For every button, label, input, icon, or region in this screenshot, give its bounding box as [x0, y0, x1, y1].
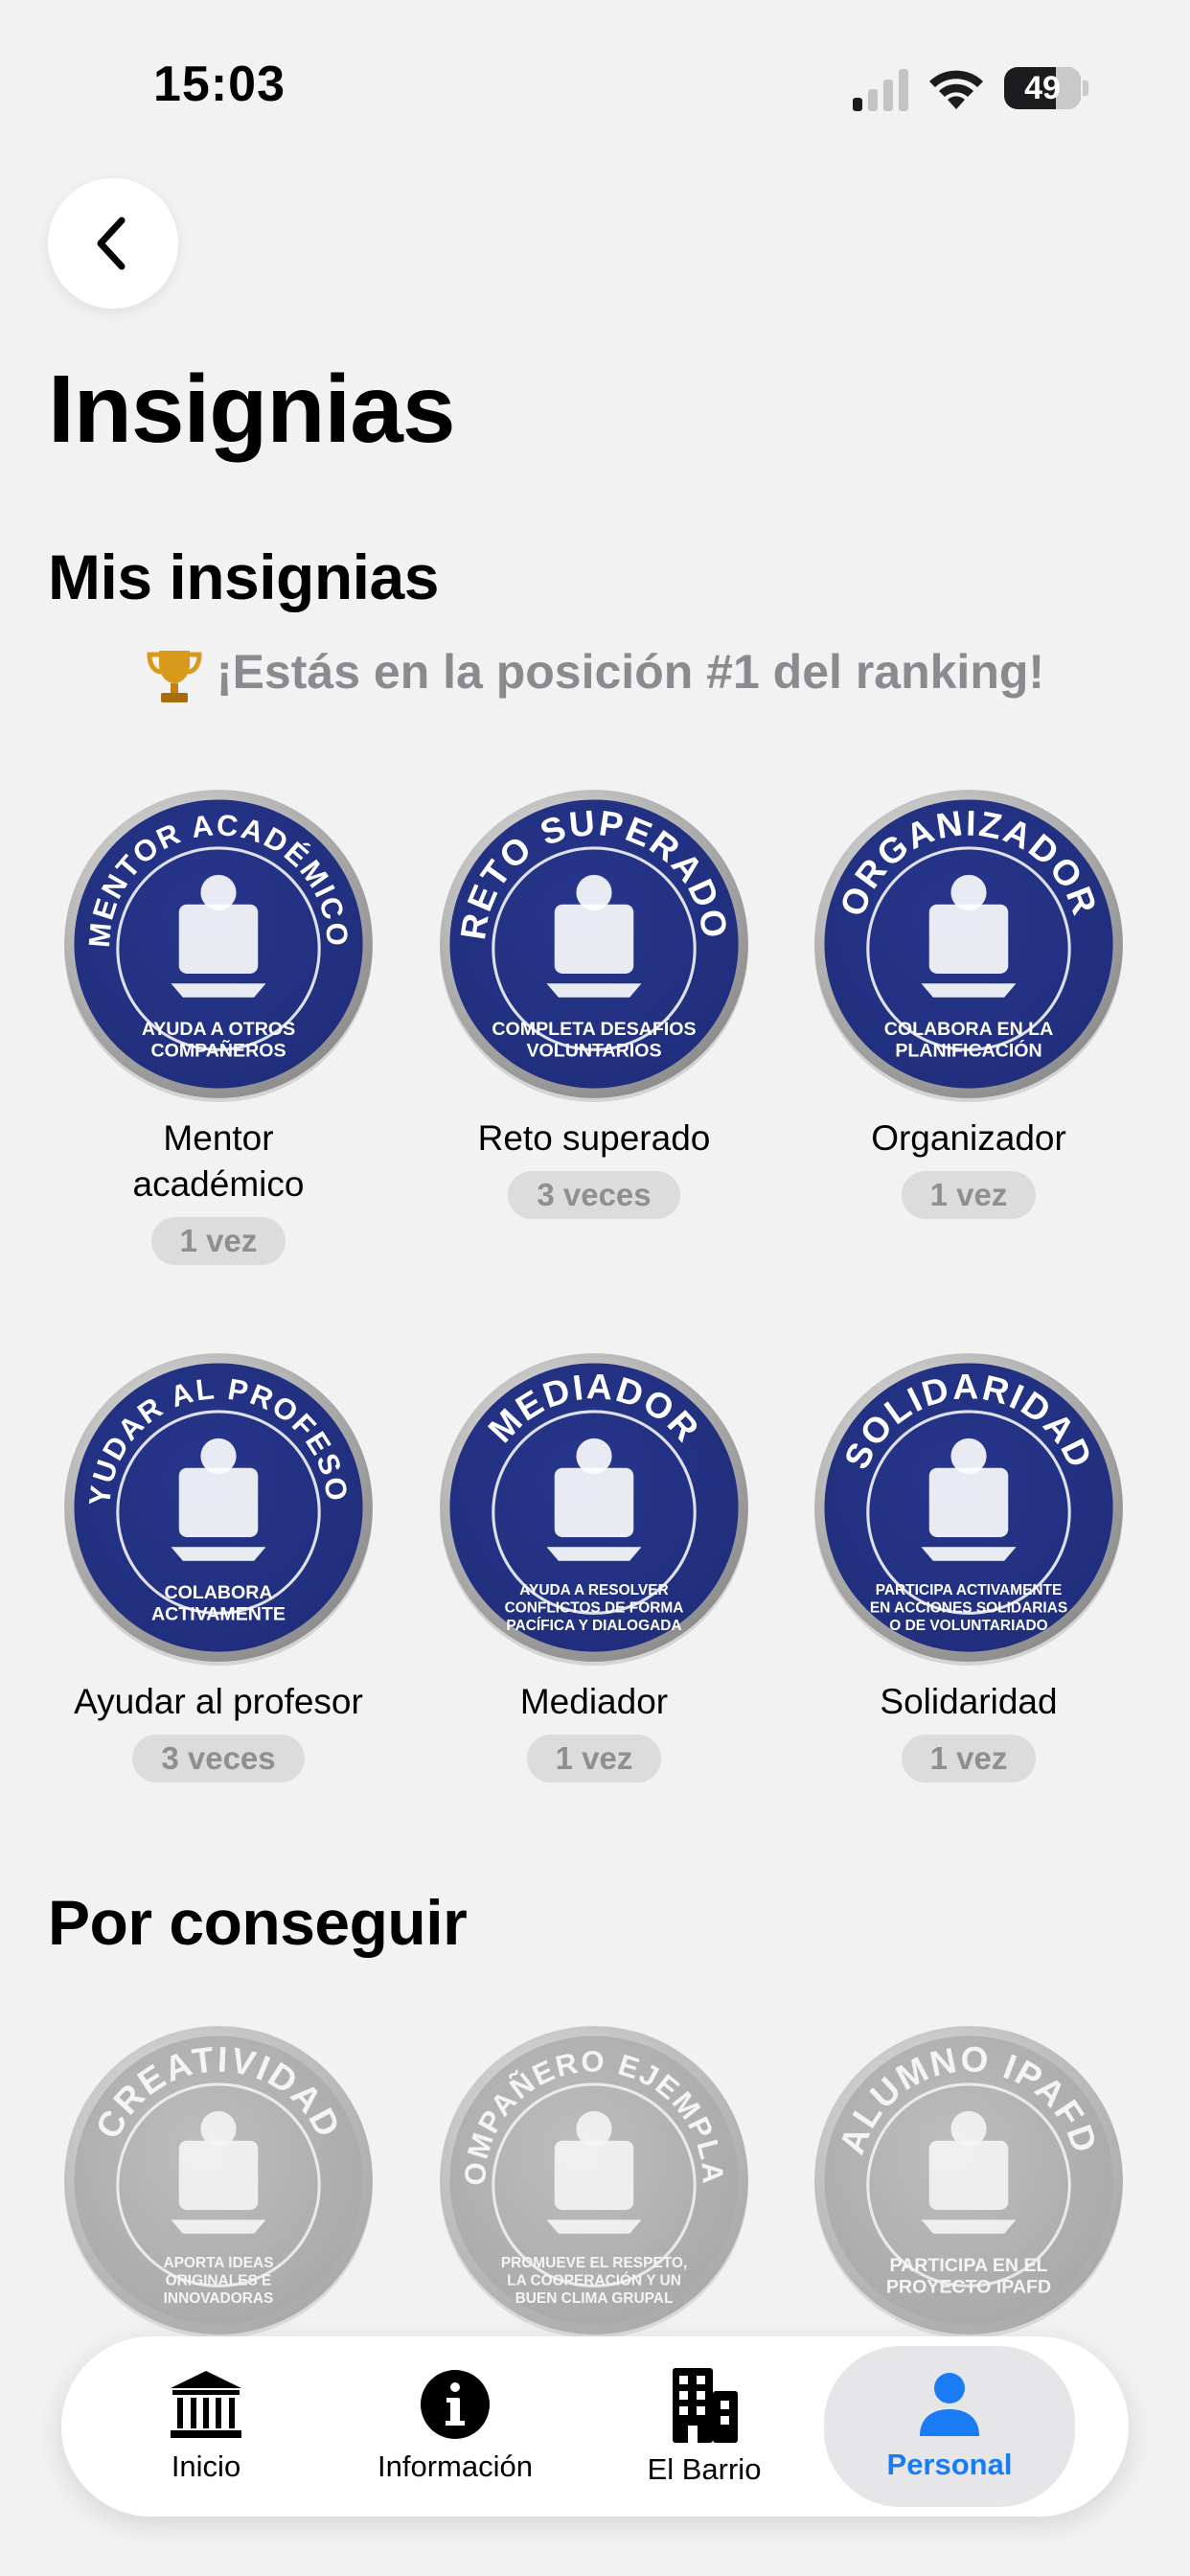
medal-caption-line: PARTICIPA ACTIVAMENTE [876, 1582, 1063, 1598]
medal-caption-line: EN ACCIONES SOLIDARIAS [870, 1599, 1067, 1616]
info-icon [421, 2370, 490, 2439]
medal-caption-line: AYUDA A OTROS [142, 1019, 295, 1040]
tab-bar: Inicio Información El Barrio Personal [61, 2336, 1129, 2517]
badge-medal: MENTOR ACADÉMICO AYUDA A OTROSCOMPAÑEROS [64, 790, 373, 1102]
medal-caption-line: ACTIVAMENTE [151, 1604, 286, 1625]
badge-name: Reto superado [477, 1118, 711, 1158]
cellular-signal-icon [853, 69, 908, 111]
medal-caption-line: PLANIFICACIÓN [895, 1039, 1041, 1062]
badge-count-pill: 3 veces [508, 1171, 680, 1219]
tab-label-personal: Personal [886, 2448, 1013, 2481]
badge-card[interactable]: ORGANIZADOR COLABORA EN LA PLANIFICACIÓN … [782, 786, 1156, 1219]
section-title-mis-insignias: Mis insignias [48, 541, 439, 612]
medal-caption-line: AYUDA A RESOLVER [519, 1582, 668, 1598]
battery-cap [1083, 80, 1088, 96]
badge-name: Mentor académico [132, 1118, 305, 1204]
tab-el-barrio[interactable]: El Barrio [579, 2336, 830, 2517]
medal-caption-line: COLABORA EN LA [884, 1019, 1054, 1040]
locked-badge-card[interactable]: CREATIVIDAD APORTA IDEAS ORIGINALES E INNO… [32, 2022, 405, 2338]
tab-inicio[interactable]: Inicio [80, 2336, 332, 2517]
badge-name: Solidaridad [880, 1682, 1058, 1721]
tab-label-el-barrio: El Barrio [647, 2452, 762, 2486]
status-time: 15:03 [153, 57, 286, 112]
badge-card[interactable]: SOLIDARIDAD PARTICIPA ACTIVAMENTE EN ACCI… [782, 1349, 1156, 1782]
medal-caption-line: VOLUNTARIOS [526, 1041, 661, 1062]
battery-indicator: 49 [1004, 67, 1081, 109]
badge-medal: ALUMNO IPAFD PARTICIPA EN ELPROYECTO IPA… [814, 2026, 1123, 2338]
ranking-message: ¡Estás en la posición #1 del ranking! [0, 644, 1190, 706]
badge-card[interactable]: AYUDAR AL PROFESOR COLABORAACTIVAMENTE A… [32, 1349, 405, 1782]
badge-card[interactable]: MEDIADOR AYUDA A RESOLVER CONFLICTOS DE F… [407, 1349, 781, 1782]
tab-label-informacion: Información [378, 2450, 533, 2483]
medal-caption-line: COMPAÑEROS [150, 1040, 286, 1062]
medal-caption-line: APORTA IDEAS [163, 2255, 273, 2271]
tab-informacion[interactable]: Información [330, 2336, 581, 2517]
badge-medal: AYUDAR AL PROFESOR COLABORAACTIVAMENTE [60, 1349, 373, 1666]
wifi-icon [929, 70, 983, 109]
section-title-por-conseguir: Por conseguir [48, 1887, 468, 1958]
badge-medal: MEDIADOR AYUDA A RESOLVERCONFLICTOS DE F… [440, 1353, 748, 1666]
badge-medal: COMPAÑERO EJEMPLAR PROMUEVE EL RESPETO,L… [436, 2022, 748, 2338]
bank-icon [171, 2371, 241, 2438]
badge-card[interactable]: MENTOR ACADÉMICO AYUDA A OTROS COMPAÑEROS… [32, 786, 405, 1265]
medal-caption-line: INNOVADORAS [164, 2290, 274, 2307]
medal-caption-line: PROMUEVE EL RESPETO, [501, 2255, 687, 2271]
person-icon [920, 2373, 979, 2436]
badge-name: Mediador [519, 1682, 669, 1721]
battery-level: 49 [1024, 69, 1061, 106]
badge-name: Organizador [871, 1118, 1066, 1158]
medal-caption-line: PACÍFICA Y DIALOGADA [506, 1618, 681, 1634]
badge-count-pill: 1 vez [901, 1171, 1037, 1219]
medal-caption-line: CONFLICTOS DE FORMA [505, 1599, 684, 1616]
back-button[interactable] [48, 178, 178, 309]
badge-medal: RETO SUPERADO COMPLETA DESAFÍOSVOLUNTARI… [440, 790, 748, 1102]
medal-caption-line: COLABORA [164, 1582, 272, 1603]
badge-count-pill: 1 vez [150, 1217, 286, 1265]
medal-caption-line: BUEN CLIMA GRUPAL [515, 2290, 674, 2307]
badge-medal: SOLIDARIDAD PARTICIPA ACTIVAMENTEEN ACCI… [814, 1353, 1123, 1666]
medal-caption-line: LA COOPERACIÓN Y UN [507, 2271, 681, 2288]
badge-medal: CREATIVIDAD APORTA IDEASORIGINALES EINNO… [64, 2026, 373, 2338]
trophy-icon [147, 650, 202, 702]
badge-name: Ayudar al profesor [74, 1682, 363, 1721]
badge-card[interactable]: RETO SUPERADO COMPLETA DESAFÍOS VOLUNTARI… [407, 786, 781, 1219]
medal-caption-line: COMPLETA DESAFÍOS [492, 1018, 696, 1040]
medal-caption-line: ORIGINALES E [166, 2272, 272, 2288]
building-icon [673, 2368, 738, 2443]
page-title: Insignias [48, 356, 455, 463]
chevron-left-icon [97, 217, 126, 270]
tab-label-inicio: Inicio [171, 2450, 241, 2483]
tab-personal[interactable]: Personal [824, 2346, 1075, 2507]
locked-badge-card[interactable]: ALUMNO IPAFD PARTICIPA EN EL PROYECTO IPA… [782, 2022, 1156, 2338]
badge-count-pill: 1 vez [901, 1735, 1037, 1782]
ranking-text: ¡Estás en la posición #1 del ranking! [216, 645, 1045, 699]
badge-count-pill: 1 vez [526, 1735, 662, 1782]
badge-count-pill: 3 veces [132, 1735, 305, 1782]
locked-badge-card[interactable]: COMPAÑERO EJEMPLAR PROMUEVE EL RESPETO,L… [407, 2022, 781, 2338]
medal-caption-line: PARTICIPA EN EL [890, 2255, 1048, 2276]
badge-medal: ORGANIZADOR COLABORA EN LAPLANIFICACIÓN [814, 790, 1123, 1102]
medal-caption-line: PROYECTO IPAFD [886, 2277, 1051, 2298]
medal-caption-line: O DE VOLUNTARIADO [889, 1618, 1047, 1634]
